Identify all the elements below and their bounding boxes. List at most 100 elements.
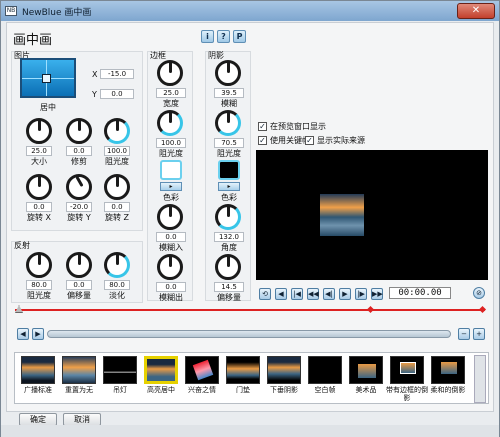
rotate-y-knob[interactable] [66,174,92,200]
keyframe-marker[interactable] [478,305,487,314]
reverse-button[interactable]: ◀ [275,288,287,300]
zoom-in-button[interactable]: + [473,328,485,340]
next-frame-button[interactable]: |▶ [355,288,367,300]
check-icon: ✓ [258,136,267,145]
preview-window [256,150,488,280]
prev-keyframe-button[interactable]: ◀ [17,328,29,340]
rotate-z-knob[interactable] [104,174,130,200]
picture-group: 图片 居中 X -15.0 Y 0.0 25.0 大小 0.0 修剪 100.0… [11,51,143,231]
preset-item[interactable]: 广播标准 [19,355,57,403]
play-button[interactable]: ▶ [339,288,351,300]
shadow-group-label: 阴影 [208,51,224,60]
loop-button[interactable]: ⟲ [259,288,271,300]
preset-button[interactable]: P [233,30,246,43]
size-value[interactable]: 25.0 [26,146,52,156]
title-bar: NB NewBlue 画中画 ✕ [1,1,499,21]
y-field[interactable]: 0.0 [100,89,134,99]
use-keyframes-checkbox[interactable]: ✓ 使用关键帧 [258,135,310,146]
border-blur-out-value[interactable]: 0.0 [156,282,186,292]
border-color-label: 色彩 [163,193,179,202]
border-blur-in-value[interactable]: 0.0 [156,232,186,242]
border-opacity-label: 阻光度 [159,149,183,158]
main-panel: 画中画 i ? P 图片 居中 X -15.0 Y 0.0 25.0 大小 0.… [6,22,494,412]
border-width-knob[interactable] [157,60,183,86]
preset-item[interactable]: 高亮居中 [142,355,180,403]
reflection-offset-value[interactable]: 0.0 [66,280,92,290]
shadow-blur-value[interactable]: 39.5 [214,88,244,98]
shadow-blur-label: 模糊 [221,99,237,108]
reflection-opacity-knob[interactable] [26,252,52,278]
shadow-angle-value[interactable]: 132.0 [214,232,244,242]
preset-scrollbar[interactable] [474,355,486,403]
shadow-opacity-label: 阻光度 [217,149,241,158]
plugin-window: NB NewBlue 画中画 ✕ 画中画 i ? P 图片 居中 X -15.0… [0,0,500,437]
x-field[interactable]: -15.0 [100,69,134,79]
preset-strip: 广播标准 重置为无 吊灯 高亮居中 兴奋之情 门垫 下垂阴影 空白帧 美术品 带… [14,352,489,404]
preset-item[interactable]: 美术品 [347,355,385,403]
preset-item[interactable]: 下垂阴影 [265,355,303,403]
timeline-scroll-bar[interactable] [47,330,451,338]
settings-icon[interactable]: ⊘ [473,287,485,299]
position-handle[interactable] [42,74,51,83]
shadow-angle-knob[interactable] [215,204,241,230]
shadow-opacity-value[interactable]: 70.5 [214,138,244,148]
preset-item[interactable]: 柔和的倒影 [429,355,467,403]
shadow-offset-label: 偏移量 [217,293,241,302]
preset-item[interactable]: 门垫 [224,355,262,403]
info-button[interactable]: i [201,30,214,43]
shadow-color-picker-button[interactable]: ▸ [218,182,240,191]
crop-value[interactable]: 0.0 [66,146,92,156]
size-knob[interactable] [26,118,52,144]
reflection-fade-knob[interactable] [104,252,130,278]
shadow-color-label: 色彩 [221,193,237,202]
check-icon: ✓ [258,122,267,131]
preset-item[interactable]: 空白帧 [306,355,344,403]
preset-item[interactable]: 吊灯 [101,355,139,403]
close-button[interactable]: ✕ [457,3,495,19]
reflection-opacity-value[interactable]: 80.0 [26,280,52,290]
border-color-picker-button[interactable]: ▸ [160,182,182,191]
shadow-color-swatch[interactable] [218,160,240,180]
shadow-blur-knob[interactable] [215,60,241,86]
rotate-x-value[interactable]: 0.0 [26,202,52,212]
reflection-offset-knob[interactable] [66,252,92,278]
show-source-checkbox[interactable]: ✓ 显示实际来源 [305,135,365,146]
border-width-value[interactable]: 25.0 [156,88,186,98]
border-color-swatch[interactable] [160,160,182,180]
preset-item[interactable]: 兴奋之情 [183,355,221,403]
reflection-fade-label: 淡化 [109,291,125,300]
preview-image [320,194,364,236]
border-group-label: 边框 [150,51,166,60]
next-keyframe-button[interactable]: ▶ [32,328,44,340]
zoom-out-button[interactable]: − [458,328,470,340]
timecode-display: 00:00.00 [389,287,451,299]
opacity-value[interactable]: 100.0 [104,146,130,156]
border-blur-out-knob[interactable] [157,254,183,280]
shadow-opacity-knob[interactable] [215,110,241,136]
help-button[interactable]: ? [217,30,230,43]
keyframe-marker[interactable] [366,305,375,314]
rotate-x-knob[interactable] [26,174,52,200]
show-in-preview-checkbox[interactable]: ✓ 在预览窗口显示 [258,121,326,132]
rewind-button[interactable]: ◀◀ [307,288,319,300]
rotate-z-value[interactable]: 0.0 [104,202,130,212]
border-opacity-knob[interactable] [157,110,183,136]
preset-item[interactable]: 重置为无 [60,355,98,403]
go-start-button[interactable]: |◀ [291,288,303,300]
opacity-knob[interactable] [104,118,130,144]
rotate-y-label: 旋转 Y [67,213,91,222]
keyframe-track[interactable] [15,309,485,311]
rotate-x-label: 旋转 X [26,213,52,222]
prev-frame-button[interactable]: ◀| [323,288,335,300]
position-pad[interactable] [20,58,76,98]
reflection-fade-value[interactable]: 80.0 [104,280,130,290]
shadow-offset-value[interactable]: 14.5 [214,282,244,292]
rotate-y-value[interactable]: -20.0 [66,202,92,212]
shadow-offset-knob[interactable] [215,254,241,280]
border-opacity-value[interactable]: 100.0 [156,138,186,148]
crop-knob[interactable] [66,118,92,144]
fast-forward-button[interactable]: ▶▶ [371,288,383,300]
shadow-group: 阴影 39.5 模糊 70.5 阻光度 ▸ 色彩 132.0 角度 14.5 偏… [205,51,251,302]
preset-item[interactable]: 带有边框的倒影 [386,355,428,403]
border-blur-in-knob[interactable] [157,204,183,230]
